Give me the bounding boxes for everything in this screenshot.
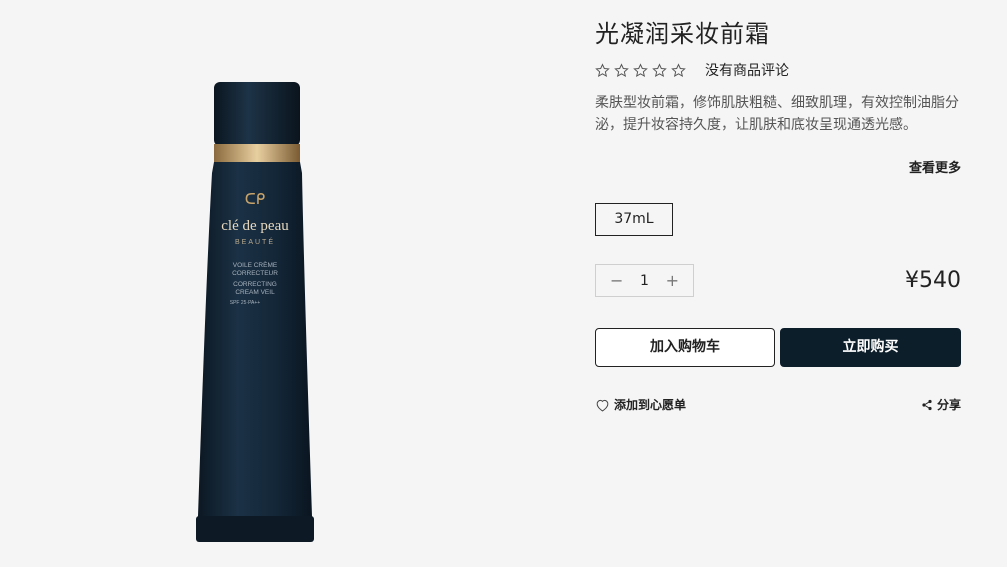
- share-icon: [922, 399, 932, 410]
- quantity-stepper: − 1 +: [595, 264, 694, 297]
- star-outline-icon: [633, 62, 648, 77]
- star-outline-icon: [614, 62, 629, 77]
- pack-line-4: CREAM VEIL: [235, 289, 275, 296]
- pack-line-1: VOILE CRÈME: [233, 260, 278, 269]
- star-outline-icon: [652, 62, 667, 77]
- product-description: 柔肤型妆前霜，修饰肌肤粗糙、细致肌理，有效控制油脂分泌，提升妆容持久度，让肌肤和…: [595, 95, 959, 133]
- heart-outline-icon: [596, 399, 609, 412]
- cap: [214, 82, 300, 146]
- reviews-link[interactable]: 没有商品评论: [705, 60, 789, 80]
- buy-now-button[interactable]: 立即购买: [780, 328, 961, 367]
- see-more-link[interactable]: 查看更多: [909, 157, 961, 176]
- product-title: 光凝润采妆前霜: [595, 20, 770, 48]
- product-image: ᑕᑭ clé de peau BEAUTÉ VOILE CRÈME CORREC…: [190, 78, 320, 546]
- rating-row: 没有商品评论: [595, 60, 789, 80]
- quantity-value[interactable]: 1: [640, 273, 649, 289]
- wishlist-label: 添加到心愿单: [614, 398, 687, 412]
- gold-band: [214, 144, 300, 162]
- star-outline-icon: [671, 62, 686, 77]
- add-to-wishlist-button[interactable]: 添加到心愿单: [595, 396, 686, 413]
- product-tube-illustration: ᑕᑭ clé de peau BEAUTÉ VOILE CRÈME CORREC…: [196, 82, 314, 542]
- star-outline-icon: [595, 62, 610, 77]
- pack-line-3: CORRECTING: [233, 281, 277, 288]
- product-price: ¥540: [905, 268, 961, 293]
- quantity-decrease-button[interactable]: −: [610, 271, 623, 290]
- share-label: 分享: [936, 398, 961, 412]
- pack-line-2: CORRECTEUR: [232, 270, 278, 277]
- brand-name: clé de peau: [221, 218, 289, 234]
- size-option-37ml[interactable]: 37mL: [595, 203, 673, 236]
- rating-stars: [595, 62, 686, 78]
- brand-mark: ᑕᑭ: [245, 190, 265, 208]
- quantity-increase-button[interactable]: +: [666, 271, 679, 290]
- sub-brand: BEAUTÉ: [235, 237, 275, 246]
- share-button[interactable]: 分享: [921, 396, 961, 413]
- add-to-cart-button[interactable]: 加入购物车: [595, 328, 775, 367]
- pack-line-5: SPF 25·PA++: [230, 300, 261, 306]
- tube-crimp: [196, 516, 314, 542]
